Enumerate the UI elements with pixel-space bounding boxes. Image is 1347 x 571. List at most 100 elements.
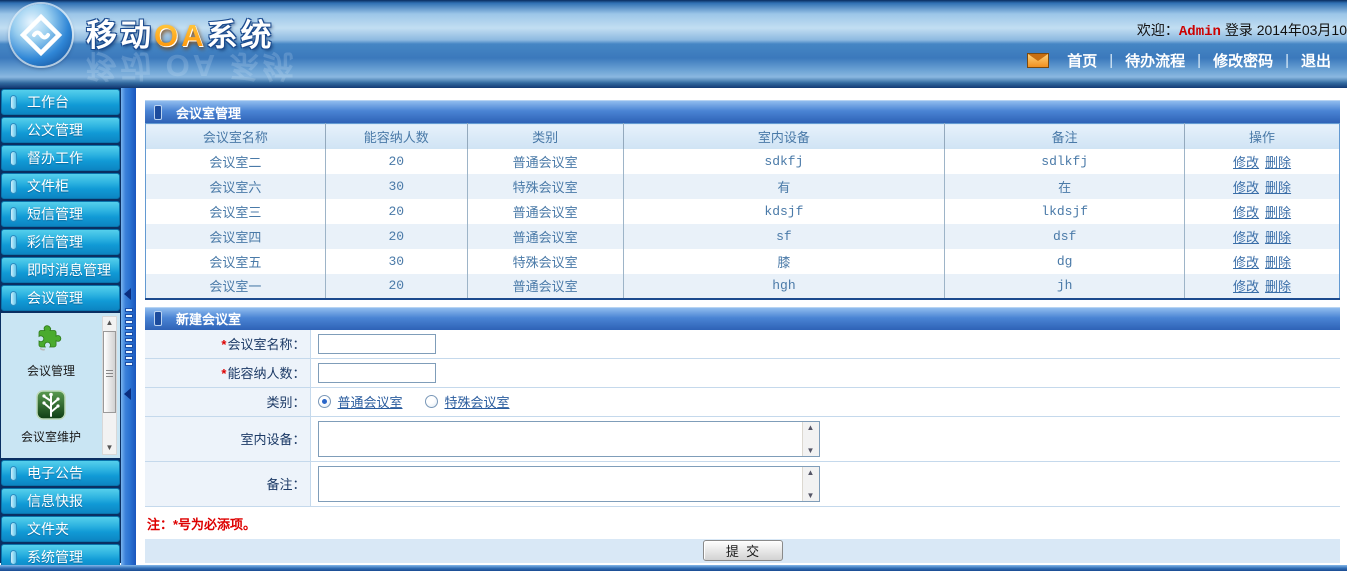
- cell-remark: dg: [945, 249, 1185, 274]
- collapse-arrow-icon[interactable]: [124, 288, 131, 300]
- table-row: 会议室三 20 普通会议室 kdsjf lkdsjf 修改删除: [146, 199, 1340, 224]
- bullet-icon: [10, 179, 17, 194]
- delete-link[interactable]: 删除: [1265, 180, 1291, 195]
- col-header-equipment: 室内设备: [623, 124, 945, 149]
- room-name-input[interactable]: [318, 334, 436, 354]
- form-label-name: *会议室名称：: [145, 330, 310, 359]
- bullet-icon: [10, 494, 17, 509]
- cell-room-name: 会议室三: [146, 199, 326, 224]
- sidebar-item-mms-mgmt[interactable]: 彩信管理: [1, 229, 120, 255]
- cell-equipment: sf: [623, 224, 945, 249]
- sidebar-item-e-announcement[interactable]: 电子公告: [1, 460, 120, 486]
- nav-change-password[interactable]: 修改密码: [1201, 50, 1285, 71]
- edit-link[interactable]: 修改: [1233, 155, 1259, 170]
- section-title: 新建会议室: [176, 309, 241, 328]
- delete-link[interactable]: 删除: [1265, 279, 1291, 294]
- scrollbar-grip: [106, 370, 113, 377]
- table-row: 会议室六 30 特殊会议室 有 在 修改删除: [146, 174, 1340, 199]
- sidebar-splitter[interactable]: [121, 88, 136, 565]
- scrollbar-down-icon[interactable]: ▼: [103, 442, 116, 454]
- textarea-scrollbar[interactable]: ▲▼: [802, 422, 819, 456]
- delete-link[interactable]: 删除: [1265, 230, 1291, 245]
- collapse-arrow-icon[interactable]: [124, 388, 131, 400]
- cell-capacity: 20: [325, 149, 467, 174]
- submit-button[interactable]: 提 交: [703, 540, 783, 561]
- scrollbar-thumb[interactable]: [103, 331, 116, 413]
- capacity-input[interactable]: [318, 363, 436, 383]
- col-header-room-name: 会议室名称: [146, 124, 326, 149]
- sidebar-item-label: 系统管理: [27, 547, 83, 567]
- sidebar-item-info-bulletin[interactable]: 信息快报: [1, 488, 120, 514]
- edit-link[interactable]: 修改: [1233, 230, 1259, 245]
- sidebar-item-folder[interactable]: 文件夹: [1, 516, 120, 542]
- sidebar-item-label: 电子公告: [27, 463, 83, 483]
- form-label-remark: 备注：: [145, 461, 310, 506]
- table-row: 会议室二 20 普通会议室 sdkfj sdlkfj 修改删除: [146, 149, 1340, 174]
- china-mobile-logo-icon: [10, 4, 72, 66]
- delete-link[interactable]: 删除: [1265, 205, 1291, 220]
- cell-room-name: 会议室六: [146, 174, 326, 199]
- edit-link[interactable]: 修改: [1233, 180, 1259, 195]
- scrollbar-up-icon[interactable]: ▲: [803, 468, 819, 477]
- cell-type: 普通会议室: [467, 199, 623, 224]
- sidebar-item-sms-mgmt[interactable]: 短信管理: [1, 201, 120, 227]
- bullet-icon: [10, 207, 17, 222]
- form-label-type: 类别：: [145, 387, 310, 416]
- radio-normal-meeting-room[interactable]: [318, 395, 331, 408]
- scrollbar-up-icon[interactable]: ▲: [103, 317, 116, 329]
- required-asterisk: *: [221, 337, 226, 352]
- app-title-reflection: 移动 OA 系统: [86, 46, 297, 91]
- main-content: 会议室管理 会议室名称 能容纳人数 类别 室内设备 备注 操作 会议室二: [145, 88, 1340, 563]
- sidebar-item-label: 工作台: [27, 92, 69, 112]
- tree-icon: [35, 389, 67, 421]
- nav-home[interactable]: 首页: [1055, 50, 1109, 71]
- sidebar-item-document-mgmt[interactable]: 公文管理: [1, 117, 120, 143]
- sidebar-item-im-mgmt[interactable]: 即时消息管理: [1, 257, 120, 283]
- sidebar-item-label: 文件夹: [27, 519, 69, 539]
- bullet-icon: [10, 263, 17, 278]
- mail-icon: [1027, 53, 1049, 68]
- radio-label-special[interactable]: 特殊会议室: [445, 392, 510, 411]
- cell-room-name: 会议室五: [146, 249, 326, 274]
- sidebar-item-workbench[interactable]: 工作台: [1, 89, 120, 115]
- equipment-textarea[interactable]: [319, 422, 802, 456]
- cell-type: 普通会议室: [467, 274, 623, 299]
- sidebar-item-label: 短信管理: [27, 204, 83, 224]
- welcome-prefix: 欢迎：: [1137, 22, 1179, 38]
- splitter-grip: [121, 306, 136, 368]
- nav-pending-flows[interactable]: 待办流程: [1113, 50, 1197, 71]
- remark-textarea[interactable]: [319, 467, 802, 501]
- meeting-room-table: 会议室名称 能容纳人数 类别 室内设备 备注 操作 会议室二 20 普通会议室 …: [145, 123, 1340, 300]
- submenu-scrollbar[interactable]: ▲ ▼: [102, 316, 117, 455]
- section-title: 会议室管理: [176, 103, 241, 122]
- textarea-scrollbar[interactable]: ▲▼: [802, 467, 819, 501]
- nav-logout[interactable]: 退出: [1289, 50, 1343, 71]
- required-asterisk: *: [221, 366, 226, 381]
- submenu-meeting-room-maintenance[interactable]: 会议室维护: [1, 389, 101, 445]
- cell-equipment: 有: [623, 174, 945, 199]
- form-label-capacity: *能容纳人数：: [145, 358, 310, 387]
- submenu-meeting-management[interactable]: 会议管理: [1, 323, 101, 379]
- sidebar-item-label: 文件柜: [27, 176, 69, 196]
- sidebar-item-supervise-work[interactable]: 督办工作: [1, 145, 120, 171]
- scrollbar-down-icon[interactable]: ▼: [803, 491, 819, 500]
- sidebar-item-file-cabinet[interactable]: 文件柜: [1, 173, 120, 199]
- delete-link[interactable]: 删除: [1265, 255, 1291, 270]
- cell-equipment: 膝: [623, 249, 945, 274]
- bullet-icon: [10, 235, 17, 250]
- top-nav: 首页 | 待办流程 | 修改密码 | 退出: [1027, 50, 1343, 71]
- scrollbar-up-icon[interactable]: ▲: [803, 423, 819, 432]
- cell-type: 特殊会议室: [467, 249, 623, 274]
- scrollbar-down-icon[interactable]: ▼: [803, 446, 819, 455]
- radio-special-meeting-room[interactable]: [425, 395, 438, 408]
- edit-link[interactable]: 修改: [1233, 205, 1259, 220]
- cell-equipment: kdsjf: [623, 199, 945, 224]
- edit-link[interactable]: 修改: [1233, 255, 1259, 270]
- edit-link[interactable]: 修改: [1233, 279, 1259, 294]
- bullet-icon: [10, 522, 17, 537]
- radio-label-normal[interactable]: 普通会议室: [338, 392, 403, 411]
- bullet-icon: [10, 466, 17, 481]
- sidebar-item-meeting-mgmt[interactable]: 会议管理: [1, 285, 120, 311]
- cell-remark: lkdsjf: [945, 199, 1185, 224]
- delete-link[interactable]: 删除: [1265, 155, 1291, 170]
